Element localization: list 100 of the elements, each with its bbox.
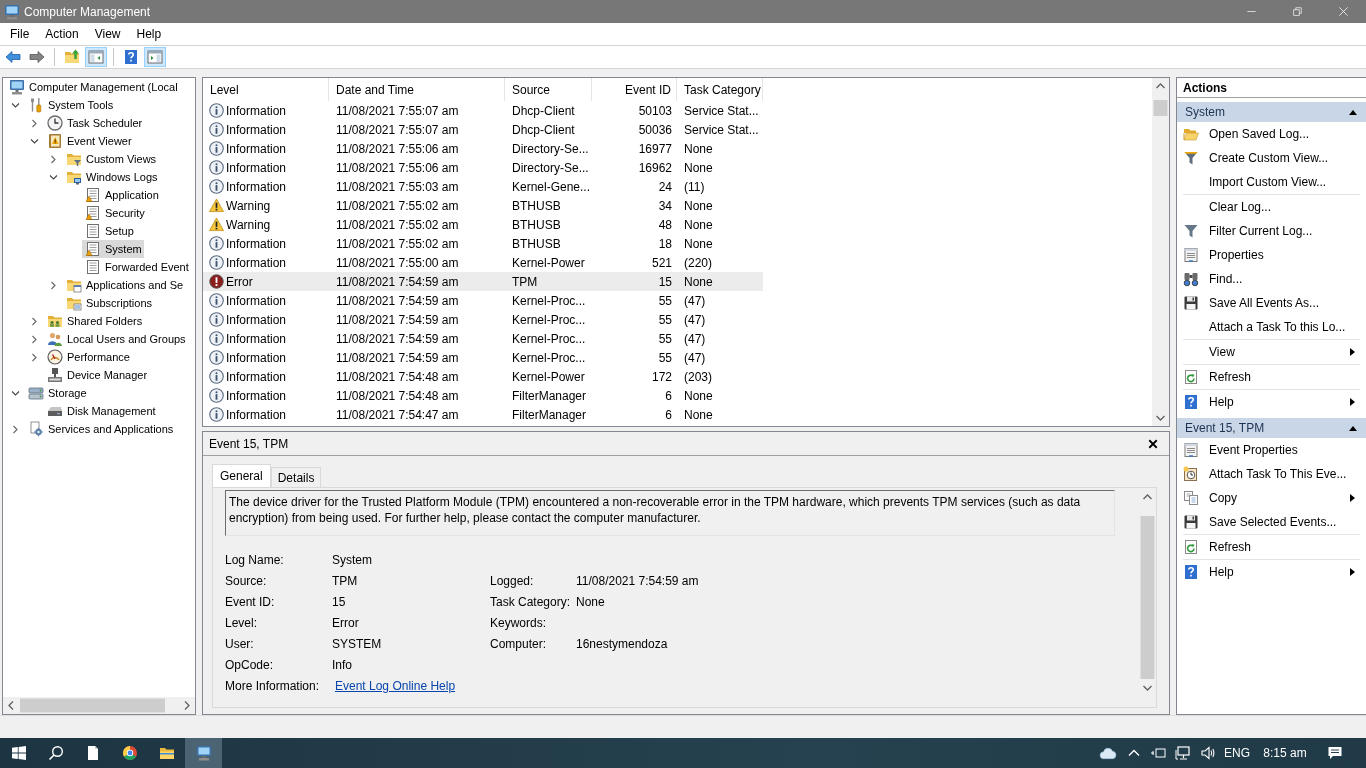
tree-item[interactable]: Device Manager [44, 366, 150, 384]
command-link[interactable]: Save Selected Events... [1183, 510, 1360, 534]
computer-icon [4, 3, 20, 20]
menu-item[interactable]: File [2, 25, 38, 43]
column-header[interactable]: Task Category [677, 78, 763, 101]
command-link[interactable]: Create Custom View... [1183, 146, 1360, 170]
event-row[interactable]: Information 11/08/2021 7:54:59 am Kernel-Proc... 55 (47) [203, 329, 763, 348]
event-row[interactable]: Information 11/08/2021 7:55:07 am Dhcp-Client 50036 Service Stat... [203, 120, 763, 139]
command-link[interactable]: Open Saved Log... [1183, 122, 1360, 146]
table-cell-text: 11/08/2021 7:54:59 am [335, 292, 460, 310]
tree-item[interactable]: Applications and Se [63, 276, 186, 294]
command-link[interactable]: Attach a Task To this Lo... [1183, 315, 1360, 339]
command-link[interactable]: Attach Task To This Eve... [1183, 462, 1360, 486]
column-header[interactable]: Date and Time [329, 78, 505, 101]
tree-item[interactable]: Computer Management (Local [6, 78, 180, 96]
chevron-right-icon[interactable] [49, 280, 58, 290]
menu-item[interactable]: Action [37, 25, 87, 43]
info-icon [209, 103, 224, 118]
tree-item[interactable]: Services and Applications [25, 420, 176, 438]
command-link[interactable]: Copy [1183, 486, 1360, 510]
command-link[interactable]: Save All Events As... [1183, 291, 1360, 315]
command-link[interactable]: Clear Log... [1183, 195, 1360, 219]
tab[interactable]: General [212, 464, 271, 487]
tree-item[interactable]: Security [82, 204, 147, 222]
event-row[interactable]: Error 11/08/2021 7:54:59 am TPM 15 None [203, 272, 763, 291]
speaker-icon[interactable] [1200, 745, 1216, 761]
chevron-right-icon[interactable] [30, 118, 39, 128]
tree-item[interactable]: Event Viewer [44, 132, 134, 150]
tree-item[interactable]: Forwarded Event [82, 258, 191, 276]
tree-item[interactable]: System [82, 240, 144, 258]
event-row[interactable]: Information 11/08/2021 7:54:59 am Kernel-Proc... 55 (47) [203, 310, 763, 329]
event-row[interactable]: Information 11/08/2021 7:55:02 am BTHUSB 18 None [203, 234, 763, 253]
event-row[interactable]: Information 11/08/2021 7:55:06 am Directory-Se... 16977 None [203, 139, 763, 158]
command-link[interactable]: Help [1183, 390, 1360, 414]
column-header[interactable]: Source [505, 78, 592, 101]
language-indicator[interactable]: ENG [1220, 738, 1254, 768]
chevron-right-icon[interactable] [30, 316, 39, 326]
section-header[interactable]: System [1177, 102, 1366, 122]
table-cell-text: 172 [650, 368, 673, 386]
notification-icon[interactable] [1327, 745, 1343, 761]
tree-item[interactable]: Shared Folders [44, 312, 145, 330]
command-link[interactable]: Help [1183, 560, 1360, 584]
section-header[interactable]: Event 15, TPM [1177, 418, 1366, 438]
command-link[interactable]: Import Custom View... [1183, 170, 1360, 194]
tree-item[interactable]: Application [82, 186, 161, 204]
chevron-right-icon[interactable] [30, 352, 39, 362]
tree-item[interactable]: Local Users and Groups [44, 330, 188, 348]
column-header[interactable]: Event ID [592, 78, 677, 101]
help-link[interactable]: Event Log Online Help [335, 678, 456, 693]
clock-time[interactable]: 8:15 am [1254, 738, 1316, 768]
table-cell-text: 11/08/2021 7:55:07 am [335, 121, 460, 139]
event-row[interactable]: Information 11/08/2021 7:55:03 am Kernel-Gene... 24 (11) [203, 177, 763, 196]
vertical-scrollbar[interactable] [1152, 78, 1169, 426]
command-link[interactable]: Refresh [1183, 365, 1360, 389]
command-link[interactable]: Properties [1183, 243, 1360, 267]
tree-item[interactable]: Windows Logs [63, 168, 160, 186]
command-link[interactable]: Refresh [1183, 535, 1360, 559]
chevron-down-icon[interactable] [30, 136, 39, 146]
chevron-right-icon[interactable] [30, 334, 39, 344]
description-field[interactable]: The device driver for the Trusted Platform Module (TPM) encountered a non-recoverable error in the TPM hardware, which prevents TPM services (such as data encryption) from being used. For further help, please contact the computer manufacturer. [225, 490, 1115, 536]
command-link[interactable]: Event Properties [1183, 438, 1360, 462]
event-row[interactable]: Information 11/08/2021 7:54:59 am Kernel-Proc... 55 (47) [203, 348, 763, 367]
chevron-down-icon[interactable] [49, 172, 58, 182]
tree-item[interactable]: System Tools [25, 96, 116, 114]
event-row[interactable]: Information 11/08/2021 7:54:48 am Kernel-Power 172 (203) [203, 367, 763, 386]
event-row[interactable]: Information 11/08/2021 7:55:06 am Directory-Se... 16962 None [203, 158, 763, 177]
menu-item[interactable]: View [86, 25, 129, 43]
battery-icon[interactable] [1150, 745, 1166, 761]
chevron-down-icon[interactable] [11, 100, 20, 110]
window-title: Computer Management [24, 4, 151, 19]
event-row[interactable]: Information 11/08/2021 7:54:59 am Kernel-Proc... 55 (47) [203, 291, 763, 310]
column-header[interactable]: Level [203, 78, 329, 101]
tree-item[interactable]: Storage [25, 384, 89, 402]
chevron-right-icon[interactable] [49, 154, 58, 164]
horizontal-scrollbar[interactable] [3, 697, 195, 714]
tree-item[interactable]: Custom Views [63, 150, 159, 168]
table-cell-text: 55 [657, 330, 673, 348]
close-button[interactable] [1147, 437, 1159, 450]
tree-item[interactable]: Setup [82, 222, 136, 240]
tab[interactable]: Details [270, 467, 322, 487]
event-row[interactable]: Information 11/08/2021 7:55:07 am Dhcp-Client 50103 Service Stat... [203, 101, 763, 120]
menu-item[interactable]: Help [128, 25, 170, 43]
tree-item[interactable]: Task Scheduler [44, 114, 145, 132]
tree-item[interactable]: Performance [44, 348, 132, 366]
info-icon [209, 293, 224, 308]
table-cell-text: 50103 [637, 102, 673, 120]
event-row[interactable]: Information 11/08/2021 7:55:00 am Kernel-Power 521 (220) [203, 253, 763, 272]
event-row[interactable]: Warning 11/08/2021 7:55:02 am BTHUSB 34 None [203, 196, 763, 215]
command-link[interactable]: View [1183, 340, 1360, 364]
network-icon[interactable] [1175, 745, 1191, 761]
tree-item[interactable]: Subscriptions [63, 294, 155, 312]
event-row[interactable]: Information 11/08/2021 7:54:48 am FilterManager 6 None [203, 386, 763, 405]
chevron-down-icon[interactable] [11, 388, 20, 398]
tree-item[interactable]: Disk Management [44, 402, 158, 420]
filter-folder-icon [66, 151, 82, 167]
command-link[interactable]: Filter Current Log... [1183, 219, 1360, 243]
event-row[interactable]: Information 11/08/2021 7:54:47 am FilterManager 6 None [203, 405, 763, 424]
command-link[interactable]: Find... [1183, 267, 1360, 291]
event-row[interactable]: Warning 11/08/2021 7:55:02 am BTHUSB 48 None [203, 215, 763, 234]
chevron-right-icon[interactable] [11, 424, 20, 434]
